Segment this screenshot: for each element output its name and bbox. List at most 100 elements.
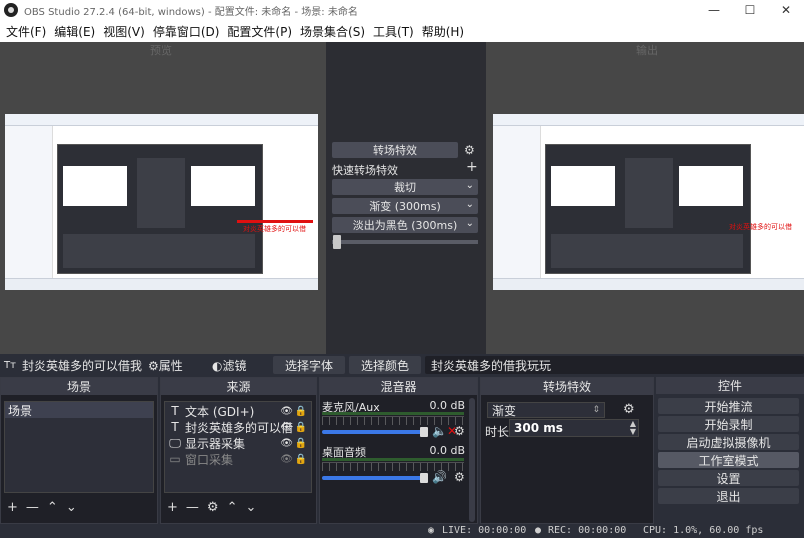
eye-icon[interactable]: 👁 (280, 422, 293, 433)
chevron-down-icon: ⌄ (465, 218, 474, 229)
menu-bar: 文件(F) 编辑(E) 视图(V) 停靠窗口(D) 配置文件(P) 场景集合(S… (0, 20, 804, 42)
volume-slider-fill (322, 430, 424, 434)
mixer-header: 混音器 (320, 378, 477, 395)
add-icon[interactable]: + (466, 159, 478, 175)
transition-select[interactable]: 渐变 ⇕ (487, 402, 605, 418)
volume-meter (322, 458, 464, 461)
program-screen-capture: 对炎英雄多的可以借 (493, 114, 804, 290)
lock-icon[interactable]: 🔒 (295, 406, 307, 417)
filters-button[interactable]: ◐滤镜 (212, 357, 247, 374)
program-label: 输出 (636, 44, 658, 57)
controls-header: 控件 (656, 377, 804, 394)
volume-slider-handle[interactable] (420, 473, 428, 483)
chevron-down-icon: ⌄ (465, 199, 474, 210)
transition-button[interactable]: 转场特效 (332, 142, 458, 158)
chevron-up-icon[interactable]: ⌃ (227, 500, 238, 515)
menu-edit[interactable]: 编辑(E) (50, 23, 99, 40)
source-item[interactable]: T 文本 (GDI+) 👁 🔒 (165, 403, 311, 419)
studio-mode-area: 预览 对炎英雄多的可以借 转场特效 ⚙ 快速转场特效 + 裁切 ⌄ 渐变 (300… (0, 42, 804, 354)
lock-icon[interactable]: 🔒 (295, 422, 307, 433)
source-item[interactable]: 🖵 显示器采集 👁 🔒 (165, 435, 311, 451)
preview-screen-capture: 对炎英雄多的可以借 (5, 114, 318, 290)
properties-button[interactable]: ⚙属性 (148, 357, 183, 374)
exit-button[interactable]: 退出 (658, 488, 799, 504)
audio-mixer-dock: 混音器 麦克风/Aux 0.0 dB 🔈✕ ⚙ 桌面音频 0.0 dB 🔊 ⚙ (319, 377, 478, 524)
studio-mode-button[interactable]: 工作室模式 (658, 452, 799, 468)
start-recording-button[interactable]: 开始录制 (658, 416, 799, 432)
t-bar-handle[interactable] (333, 235, 341, 249)
add-icon[interactable]: + (7, 500, 18, 515)
scene-item[interactable]: 场景 (5, 402, 153, 418)
add-icon[interactable]: + (167, 500, 178, 515)
selected-source-name: 封炎英雄多的可以借我 (22, 358, 143, 373)
transitions-dock: 转场特效 渐变 ⇕ ⚙ 时长 300 ms ▲ ▼ (480, 377, 654, 524)
maximize-button[interactable]: ☐ (732, 0, 768, 20)
title-bar: OBS Studio 27.2.4 (64-bit, windows) - 配置… (0, 0, 804, 20)
menu-tools[interactable]: 工具(T) (369, 23, 418, 40)
volume-slider-fill (322, 476, 424, 480)
menu-file[interactable]: 文件(F) (2, 23, 50, 40)
start-streaming-button[interactable]: 开始推流 (658, 398, 799, 414)
eye-icon[interactable]: 👁 (280, 406, 293, 417)
quick-transition-cut[interactable]: 裁切 ⌄ (332, 179, 478, 195)
chevron-down-icon[interactable]: ⌄ (66, 500, 77, 515)
live-indicator-icon: ◉ (428, 525, 435, 536)
chevron-down-icon[interactable]: ⌄ (245, 500, 256, 515)
obs-logo-icon (4, 3, 18, 17)
quick-transition-fade[interactable]: 渐变 (300ms) ⌄ (332, 198, 478, 214)
chevron-up-icon[interactable]: ⌃ (47, 500, 58, 515)
volume-meter (322, 412, 464, 415)
select-font-button[interactable]: 选择字体 (273, 356, 345, 374)
volume-slider-handle[interactable] (420, 427, 428, 437)
menu-view[interactable]: 视图(V) (99, 23, 149, 40)
gear-icon[interactable]: ⚙ (454, 470, 465, 484)
window-title: OBS Studio 27.2.4 (64-bit, windows) - 配置… (24, 6, 358, 18)
live-time: LIVE: 00:00:00 (442, 525, 527, 536)
duration-spinbox[interactable]: 300 ms ▲ ▼ (509, 419, 639, 437)
remove-icon[interactable]: — (26, 500, 39, 515)
sources-header: 来源 (161, 378, 316, 395)
source-item[interactable]: ▭ 窗口采集 👁 🔒 (165, 451, 311, 467)
eye-icon[interactable]: 👁 (280, 438, 293, 449)
settings-button[interactable]: 设置 (658, 470, 799, 486)
start-virtual-camera-button[interactable]: 启动虚拟摄像机 (658, 434, 799, 450)
mixer-channel-db: 0.0 dB (429, 399, 465, 412)
spin-arrows-icon: ▲ ▼ (629, 419, 636, 436)
remove-icon[interactable]: — (186, 500, 199, 515)
text-input[interactable]: 封炎英雄多的借我玩玩 (425, 356, 804, 374)
scenes-dock: 场景 场景 + — ⌃ ⌄ (0, 377, 158, 524)
menu-scene-collection[interactable]: 场景集合(S) (296, 23, 369, 40)
gear-icon[interactable]: ⚙ (454, 424, 465, 438)
window-icon: ▭ (169, 452, 181, 466)
sources-list: T 文本 (GDI+) 👁 🔒 T 封炎英雄多的可以借 👁 🔒 🖵 显示器采集 … (164, 401, 312, 493)
speaker-icon[interactable]: 🔊 (432, 470, 447, 484)
source-item[interactable]: T 封炎英雄多的可以借 👁 🔒 (165, 419, 311, 435)
controls-dock: 控件 开始推流 开始录制 启动虚拟摄像机 工作室模式 设置 退出 (656, 377, 804, 524)
close-button[interactable]: ✕ (768, 0, 804, 20)
lock-icon[interactable]: 🔒 (295, 454, 307, 465)
gear-icon[interactable]: ⚙ (623, 402, 635, 417)
quick-transition-fade-to-black[interactable]: 淡出为黑色 (300ms) ⌄ (332, 217, 478, 233)
menu-help[interactable]: 帮助(H) (418, 23, 468, 40)
transition-panel: 转场特效 ⚙ 快速转场特效 + 裁切 ⌄ 渐变 (300ms) ⌄ 淡出为黑色 (3… (326, 42, 486, 354)
lock-icon[interactable]: 🔒 (295, 438, 307, 449)
rec-time: REC: 00:00:00 (548, 525, 627, 536)
program-pane: 输出 对炎英雄多的可以借 (486, 42, 804, 354)
eye-hidden-icon[interactable]: 👁 (280, 454, 293, 465)
preview-pane[interactable]: 预览 对炎英雄多的可以借 (0, 42, 326, 354)
monitor-icon: 🖵 (169, 435, 181, 450)
menu-docks[interactable]: 停靠窗口(D) (149, 23, 224, 40)
transitions-header: 转场特效 (481, 378, 653, 395)
gear-icon[interactable]: ⚙ (464, 143, 475, 157)
select-color-button[interactable]: 选择颜色 (349, 356, 421, 374)
text-source-icon: Tт (4, 359, 16, 371)
gear-icon[interactable]: ⚙ (207, 500, 219, 515)
chevron-down-icon: ⌄ (465, 180, 474, 191)
preview-label: 预览 (150, 44, 172, 57)
menu-profile[interactable]: 配置文件(P) (223, 23, 296, 40)
minimize-button[interactable]: — (696, 0, 732, 20)
scenes-list: 场景 (4, 401, 154, 493)
t-bar-track (332, 240, 478, 244)
mixer-scrollbar[interactable] (469, 398, 475, 522)
mixer-channel-db: 0.0 dB (429, 444, 465, 457)
